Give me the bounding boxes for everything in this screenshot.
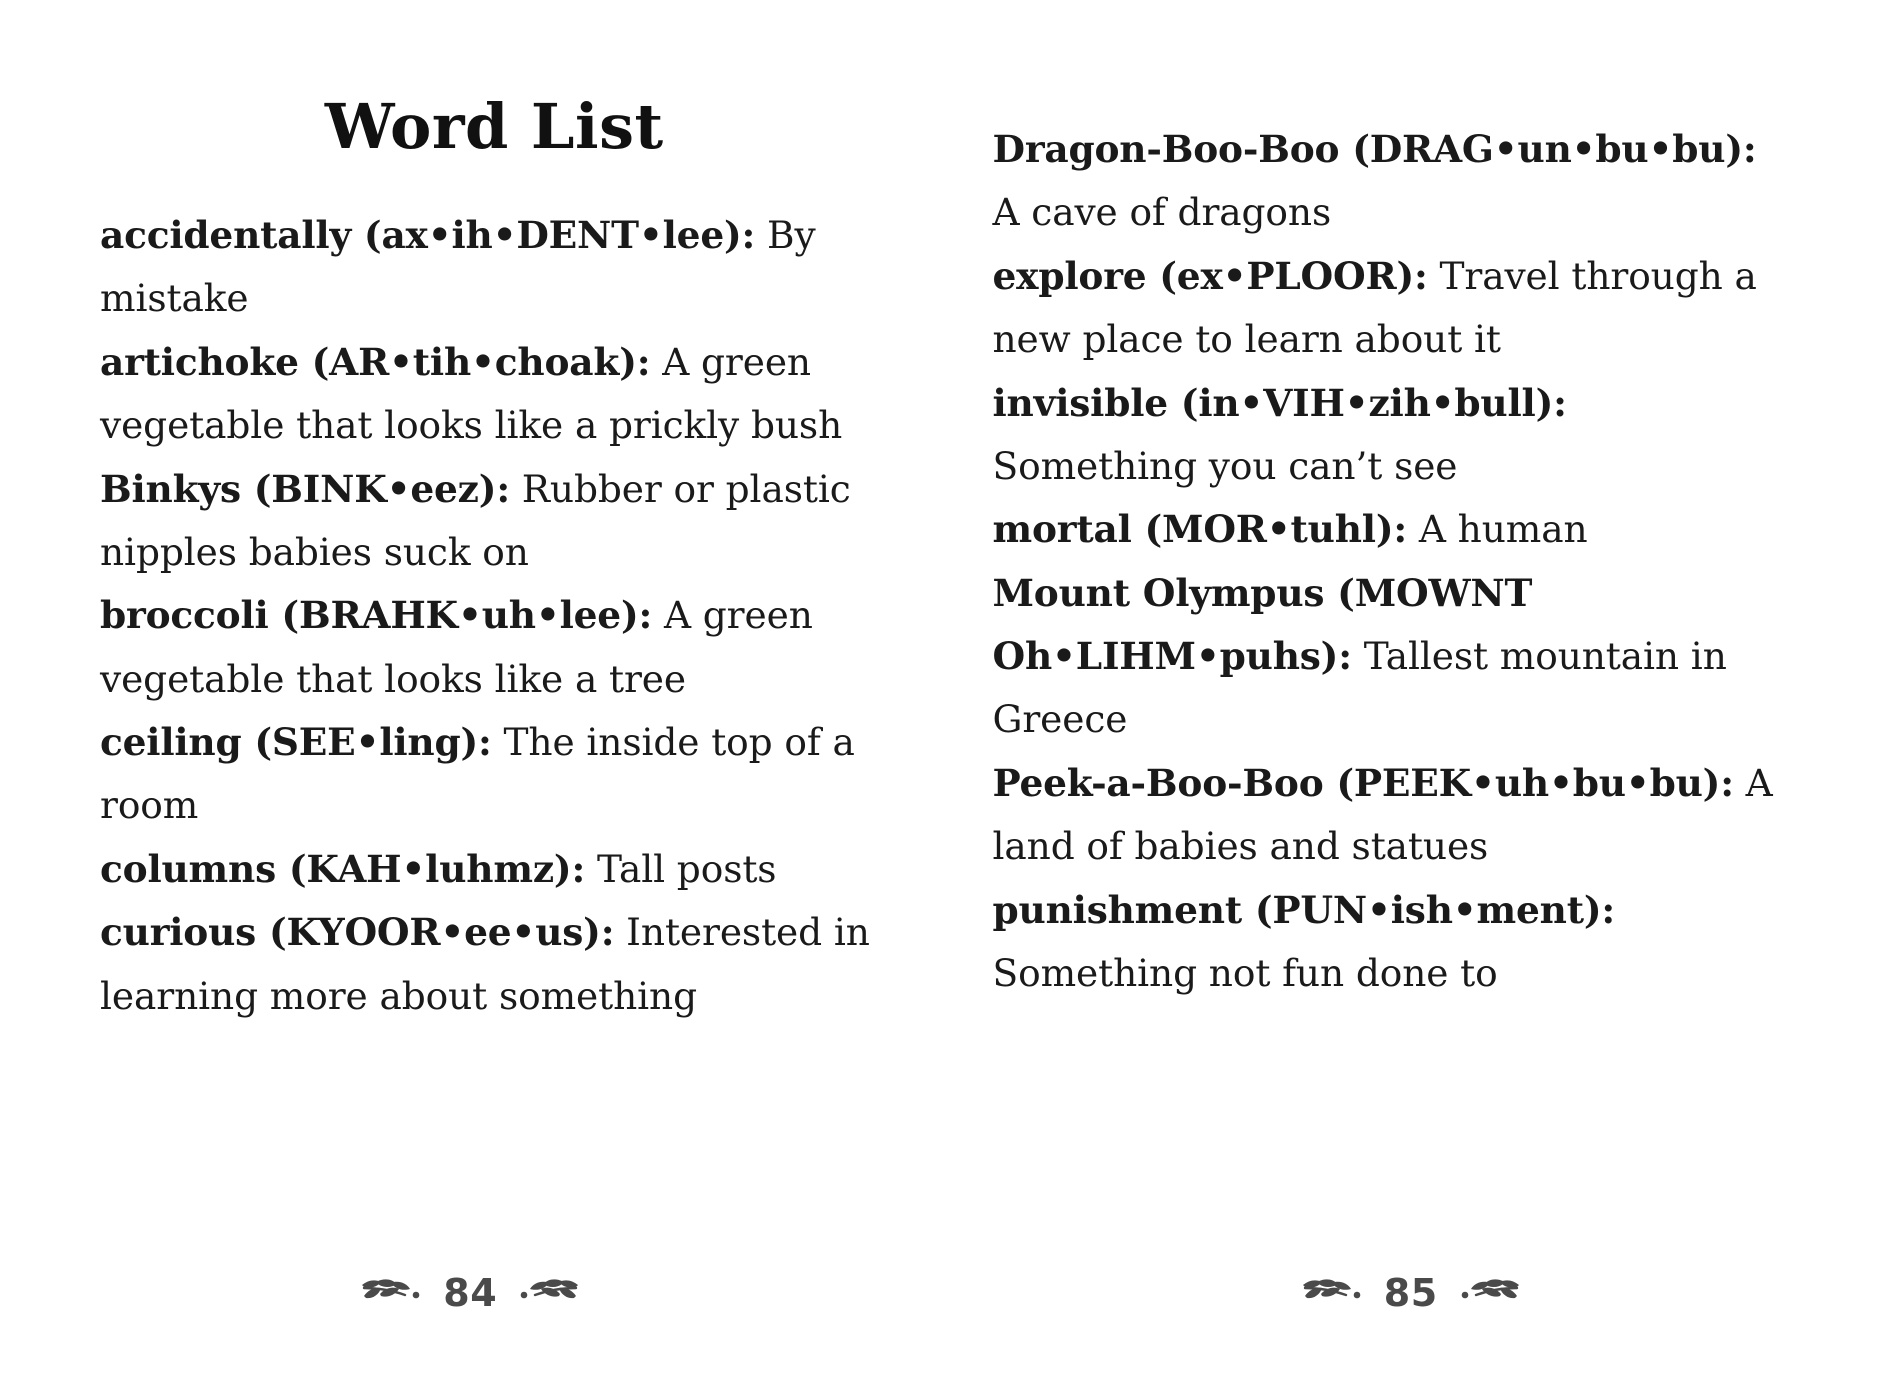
leafy-branch-ornament-icon (358, 1276, 430, 1310)
glossary-definition: A cave of dragons (992, 190, 1332, 235)
page-footer-right: 85 (941, 1274, 1881, 1312)
glossary-term: explore (ex•PLOOR): (992, 253, 1428, 298)
glossary-term: artichoke (AR•tih•choak): (100, 339, 651, 384)
glossary-entry: ceiling (SEE•ling): The inside top of a … (100, 711, 889, 838)
page-footer-left: 84 (0, 1274, 941, 1312)
page-number: 85 (1383, 1271, 1438, 1315)
glossary-definition: A human (1407, 507, 1588, 552)
glossary-definition: Tall posts (585, 846, 777, 891)
page-title: Word List (324, 90, 664, 163)
right-page: Dragon-Boo-Boo (DRAG•un•bu•bu): A cave o… (941, 0, 1881, 1400)
glossary-definition: Something not fun done to (992, 950, 1498, 995)
leafy-branch-ornament-icon (510, 1276, 582, 1310)
glossary-entry: Mount Olympus (MOWNT Oh•LIHM•puhs): Tall… (993, 562, 1782, 752)
glossary-entry: accidentally (ax•ih•DENT•lee): By mistak… (100, 204, 889, 331)
glossary-term: mortal (MOR•tuhl): (992, 507, 1408, 552)
glossary-term: curious (KYOOR•ee•us): (100, 910, 615, 955)
glossary-entry: artichoke (AR•tih•choak): A green vegeta… (100, 331, 889, 458)
glossary-term: punishment (PUN•ish•ment): (992, 887, 1616, 932)
glossary-term: Dragon-Boo-Boo (DRAG•un•bu•bu): (992, 127, 1757, 171)
glossary-entry: invisible (in•VIH•zih•bull): Something y… (993, 372, 1782, 499)
glossary-term: broccoli (BRAHK•uh•lee): (100, 593, 653, 638)
book-spread: Word List accidentally (ax•ih•DENT•lee):… (0, 0, 1881, 1400)
glossary-definition: Something you can’t see (992, 443, 1458, 488)
glossary-list-right: Dragon-Boo-Boo (DRAG•un•bu•bu): A cave o… (993, 118, 1782, 1005)
glossary-entry: mortal (MOR•tuhl): A human (993, 498, 1782, 561)
glossary-entry: Binkys (BINK•eez): Rubber or plastic nip… (100, 458, 889, 585)
leafy-branch-ornament-icon (1451, 1276, 1523, 1310)
glossary-entry: columns (KAH•luhmz): Tall posts (100, 838, 889, 901)
glossary-term: columns (KAH•luhmz): (100, 846, 586, 891)
glossary-term: accidentally (ax•ih•DENT•lee): (100, 213, 756, 257)
glossary-term: ceiling (SEE•ling): (100, 720, 492, 764)
glossary-entry: Dragon-Boo-Boo (DRAG•un•bu•bu): A cave o… (993, 118, 1782, 245)
glossary-entry: Peek-a-Boo-Boo (PEEK•uh•bu•bu): A land o… (993, 752, 1782, 879)
left-page: Word List accidentally (ax•ih•DENT•lee):… (0, 0, 941, 1400)
leafy-branch-ornament-icon (1299, 1276, 1371, 1310)
page-number: 84 (443, 1271, 498, 1315)
glossary-entry: broccoli (BRAHK•uh•lee): A green vegetab… (100, 584, 889, 711)
glossary-term: Binkys (BINK•eez): (100, 466, 510, 511)
glossary-term: invisible (in•VIH•zih•bull): (992, 380, 1567, 425)
glossary-term: Peek-a-Boo-Boo (PEEK•uh•bu•bu): (992, 760, 1735, 805)
glossary-entry: curious (KYOOR•ee•us): Interested in lea… (100, 901, 889, 1028)
glossary-entry: punishment (PUN•ish•ment): Something not… (993, 879, 1782, 1006)
glossary-entry: explore (ex•PLOOR): Travel through a new… (993, 245, 1782, 372)
glossary-list-left: accidentally (ax•ih•DENT•lee): By mistak… (100, 204, 889, 1028)
